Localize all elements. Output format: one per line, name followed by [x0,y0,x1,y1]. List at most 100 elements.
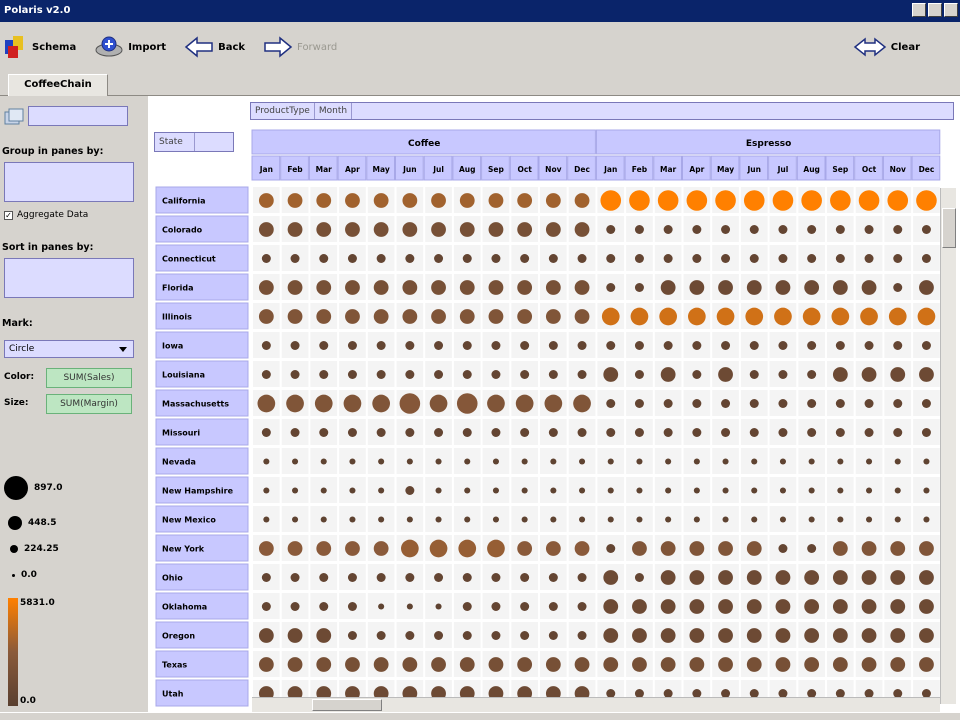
data-point [261,602,271,611]
data-point [837,487,844,494]
data-point [749,225,759,234]
data-point [548,370,558,379]
data-point [287,657,303,672]
data-point [603,657,619,672]
data-point [778,428,788,437]
data-point [405,370,415,379]
horizontal-scrollbar[interactable] [252,697,940,712]
month-label: Jul [777,165,789,174]
data-point [574,222,590,237]
row-label: California [162,197,206,206]
data-point [491,428,501,437]
data-point [545,280,561,295]
data-point [660,657,676,672]
data-point [864,428,874,437]
horizontal-scroll-thumb[interactable] [312,699,382,711]
month-label: Jul [432,165,444,174]
data-point [520,602,530,611]
data-point [520,254,530,263]
data-point [574,657,590,672]
data-point [634,341,644,350]
data-point [373,280,389,295]
data-point [287,222,303,237]
data-point [830,190,851,211]
data-point [861,280,877,295]
vertical-scrollbar[interactable] [940,188,956,704]
data-point [431,657,446,672]
data-point [692,428,702,437]
data-point [405,341,415,350]
data-point [890,541,906,556]
data-point [607,458,614,465]
data-point [832,570,848,585]
data-point [835,225,845,234]
data-point [345,309,360,324]
data-point [775,570,791,585]
data-point [319,370,329,379]
month-label: May [373,165,390,174]
data-point [689,570,705,585]
data-point [921,254,931,263]
data-point [808,458,815,465]
data-point [629,190,650,211]
data-point [491,254,501,263]
data-point [345,222,360,237]
data-point [487,394,505,413]
data-point [462,631,472,640]
data-point [718,570,733,585]
data-point [663,254,673,263]
data-point [550,487,557,494]
data-point [921,399,931,408]
data-point [718,599,733,614]
data-point [807,428,817,437]
data-point [462,602,472,611]
data-point [775,280,791,295]
data-point [660,599,676,614]
data-point [743,190,765,211]
data-point [577,428,587,437]
data-point [866,487,873,494]
data-point [521,487,528,494]
data-point [779,487,786,494]
data-point [459,657,475,672]
data-point [320,458,327,465]
data-point [492,487,500,494]
data-point [923,458,930,465]
data-point [890,628,906,643]
row-label: New Hampshire [162,487,234,496]
data-point [718,541,733,556]
data-point [517,541,533,556]
data-point [574,541,590,556]
data-point [779,516,786,523]
data-point [890,367,906,382]
vertical-scroll-thumb[interactable] [942,208,956,248]
month-label: Oct [517,165,532,174]
data-point [751,487,758,494]
data-point [721,399,731,408]
data-point [258,657,274,672]
data-point [775,657,791,672]
row-label: Illinois [162,313,192,322]
data-point [347,573,357,582]
data-point [864,399,874,408]
data-point [434,631,444,640]
data-point [860,307,878,326]
data-point [778,225,788,234]
data-point [660,367,676,382]
data-point [258,193,274,208]
data-point [402,193,418,208]
data-point [921,428,931,437]
data-point [290,428,300,437]
data-point [866,516,873,523]
data-point [520,370,530,379]
data-point [545,541,561,556]
row-label: Oklahoma [162,603,207,612]
data-point [603,367,619,382]
data-point [634,399,644,408]
data-point [835,341,845,350]
data-point [779,458,786,465]
data-point [515,394,534,413]
data-point [778,341,788,350]
data-point [520,573,530,582]
month-label: Sep [832,165,848,174]
